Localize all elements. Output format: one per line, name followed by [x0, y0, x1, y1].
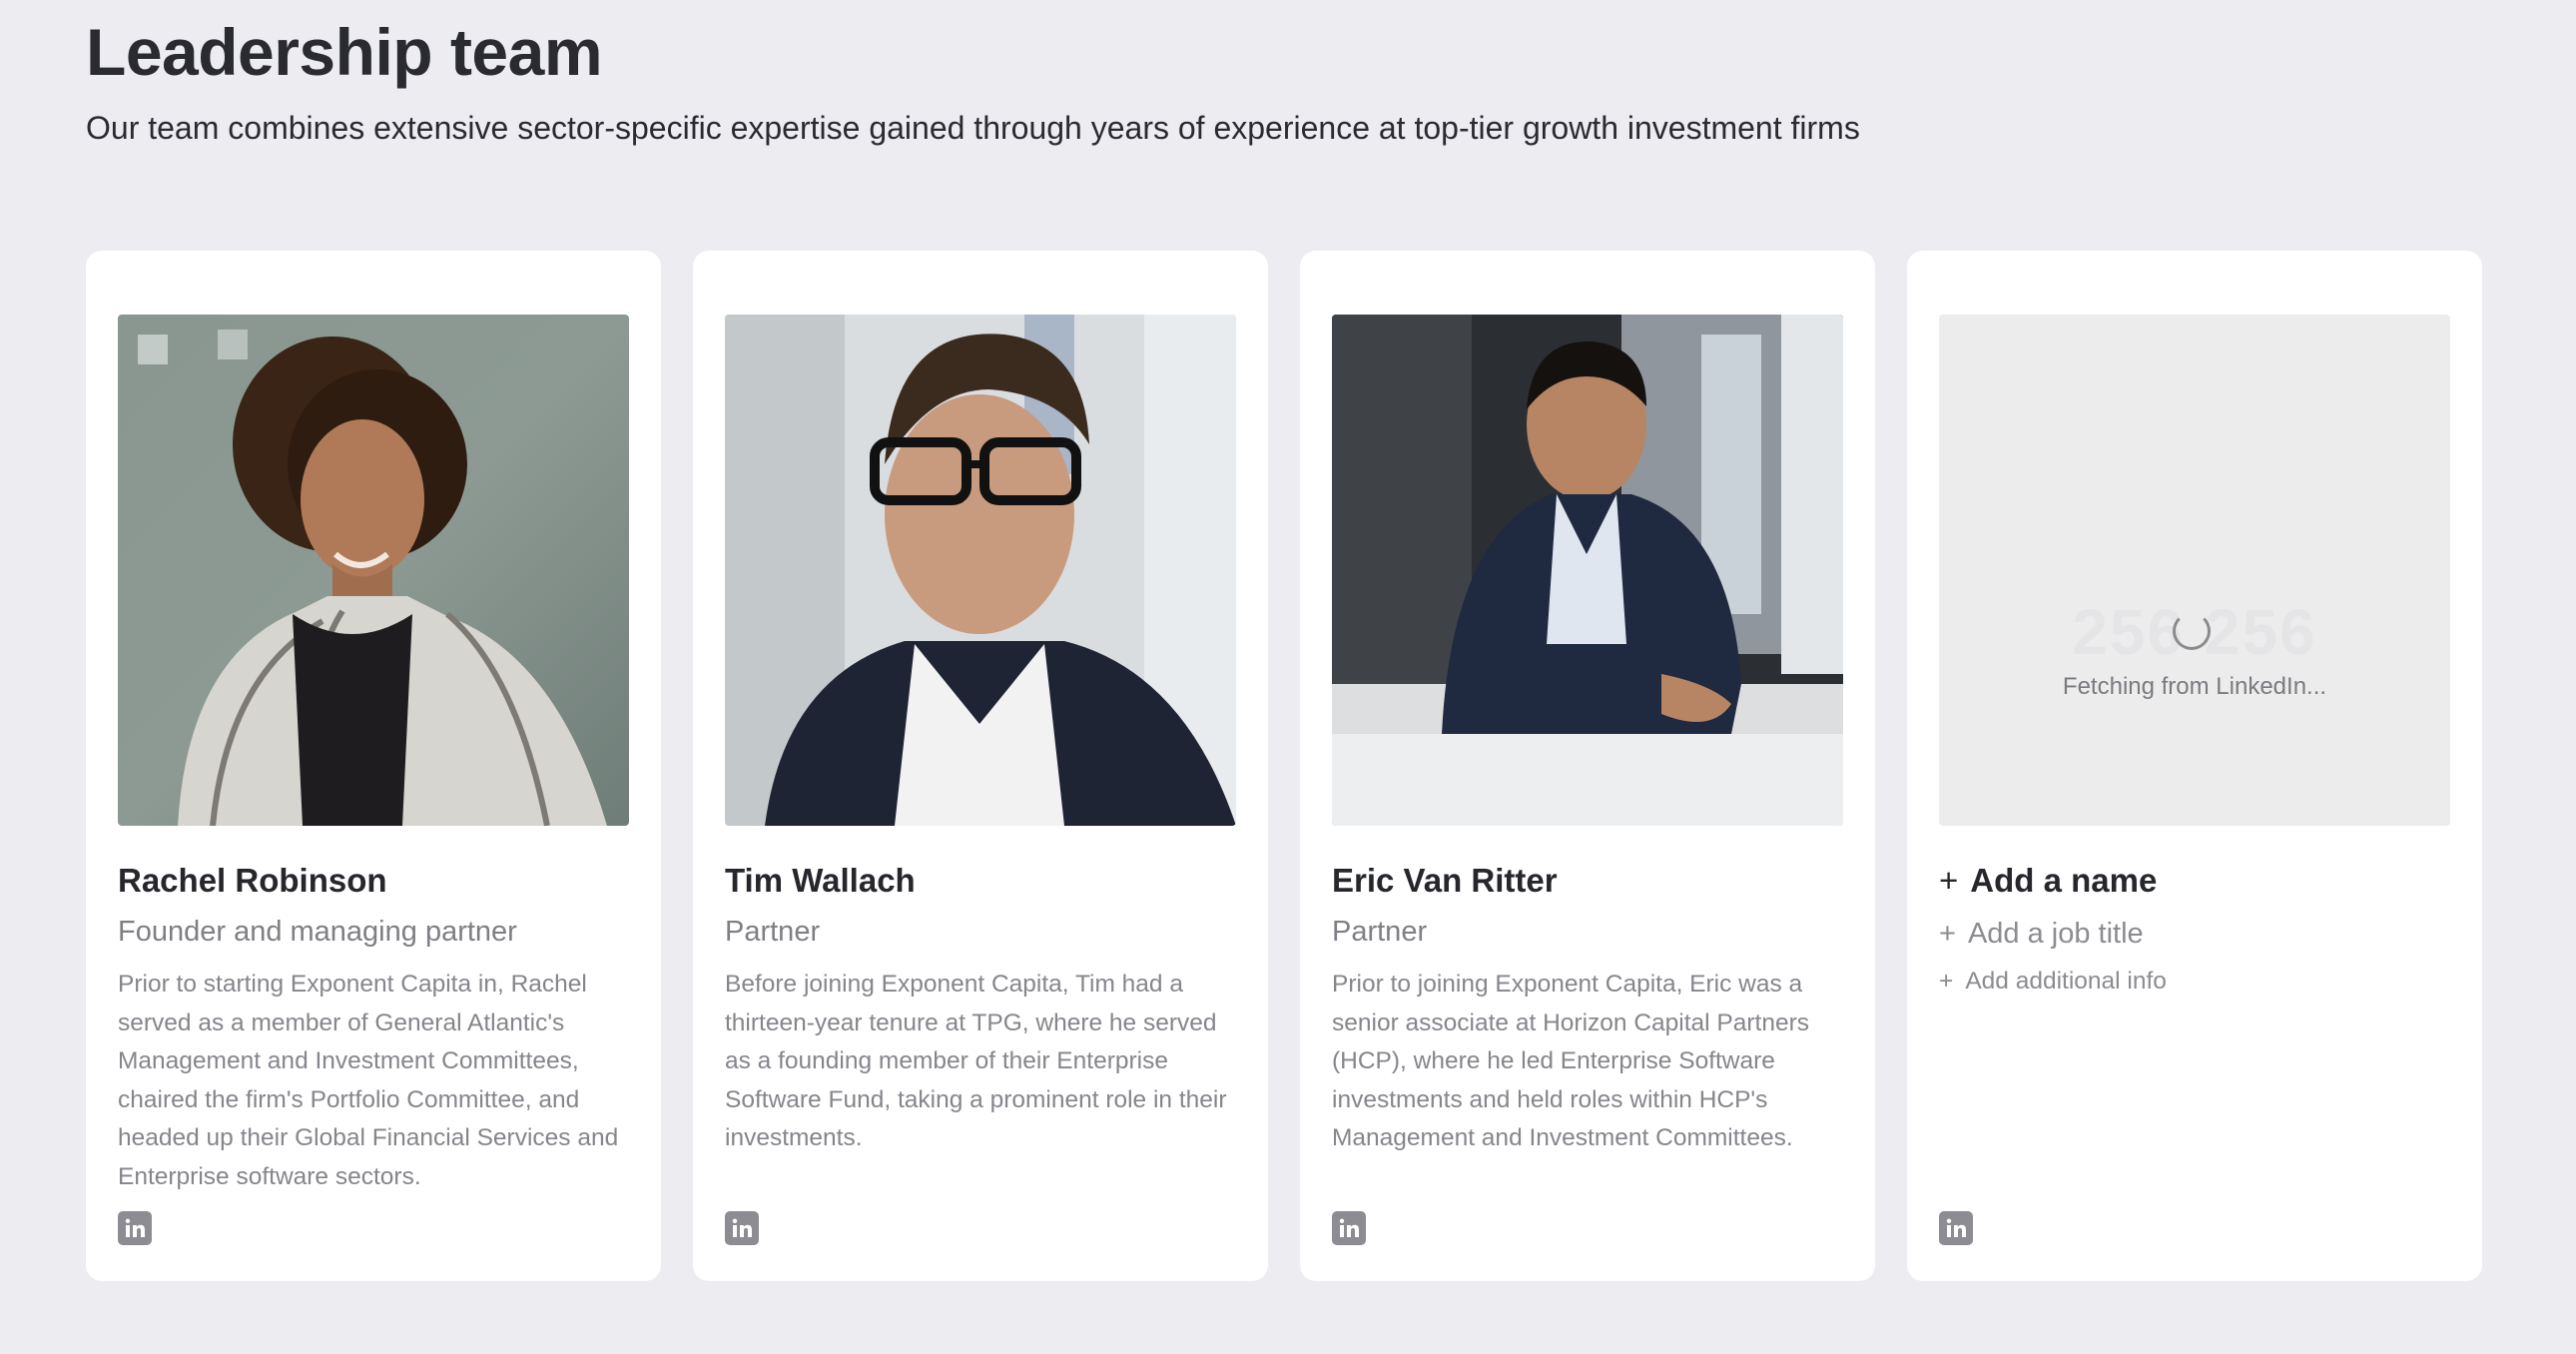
member-photo — [725, 315, 1236, 826]
photo-placeholder[interactable]: 256 256 Fetching from LinkedIn... — [1939, 315, 2450, 826]
plus-icon: + — [1939, 968, 1954, 995]
member-name: Rachel Robinson — [118, 862, 387, 899]
add-info-button[interactable]: + Add additional info — [1939, 968, 2167, 996]
add-name-button[interactable]: + Add a name — [1939, 862, 2157, 900]
member-bio: Prior to starting Exponent Capita in, Ra… — [118, 971, 619, 1190]
plus-icon: + — [1939, 918, 1956, 950]
member-name: Tim Wallach — [725, 862, 916, 899]
team-card: Eric Van Ritter Partner Prior to joining… — [1300, 251, 1875, 1281]
member-role: Partner — [725, 916, 821, 948]
add-job-title-button[interactable]: + Add a job title — [1939, 918, 2144, 951]
member-role: Partner — [1332, 916, 1428, 948]
member-name: Eric Van Ritter — [1332, 862, 1558, 899]
page-subtitle: Our team combines extensive sector-speci… — [86, 110, 1860, 146]
member-role: Founder and managing partner — [118, 916, 517, 948]
loading-spinner-icon — [2173, 612, 2211, 650]
page-title: Leadership team — [86, 15, 603, 89]
fetching-status: Fetching from LinkedIn... — [2062, 673, 2327, 700]
linkedin-icon[interactable] — [1939, 1211, 1973, 1245]
new-member-card: 256 256 Fetching from LinkedIn... + Add … — [1907, 251, 2482, 1281]
add-info-label: Add additional info — [1965, 968, 2167, 995]
linkedin-icon[interactable] — [118, 1211, 152, 1245]
team-card: Tim Wallach Partner Before joining Expon… — [693, 251, 1268, 1281]
member-bio: Prior to joining Exponent Capita, Eric w… — [1332, 971, 1809, 1152]
member-bio: Before joining Exponent Capita, Tim had … — [725, 971, 1227, 1152]
team-cards: Rachel Robinson Founder and managing par… — [86, 251, 2482, 1281]
member-photo — [1332, 315, 1843, 826]
member-photo — [118, 315, 629, 826]
linkedin-icon[interactable] — [725, 1211, 759, 1245]
team-card: Rachel Robinson Founder and managing par… — [86, 251, 661, 1281]
linkedin-icon[interactable] — [1332, 1211, 1366, 1245]
add-job-title-label: Add a job title — [1967, 918, 2144, 950]
plus-icon: + — [1939, 862, 1959, 899]
add-name-label: Add a name — [1970, 862, 2158, 899]
